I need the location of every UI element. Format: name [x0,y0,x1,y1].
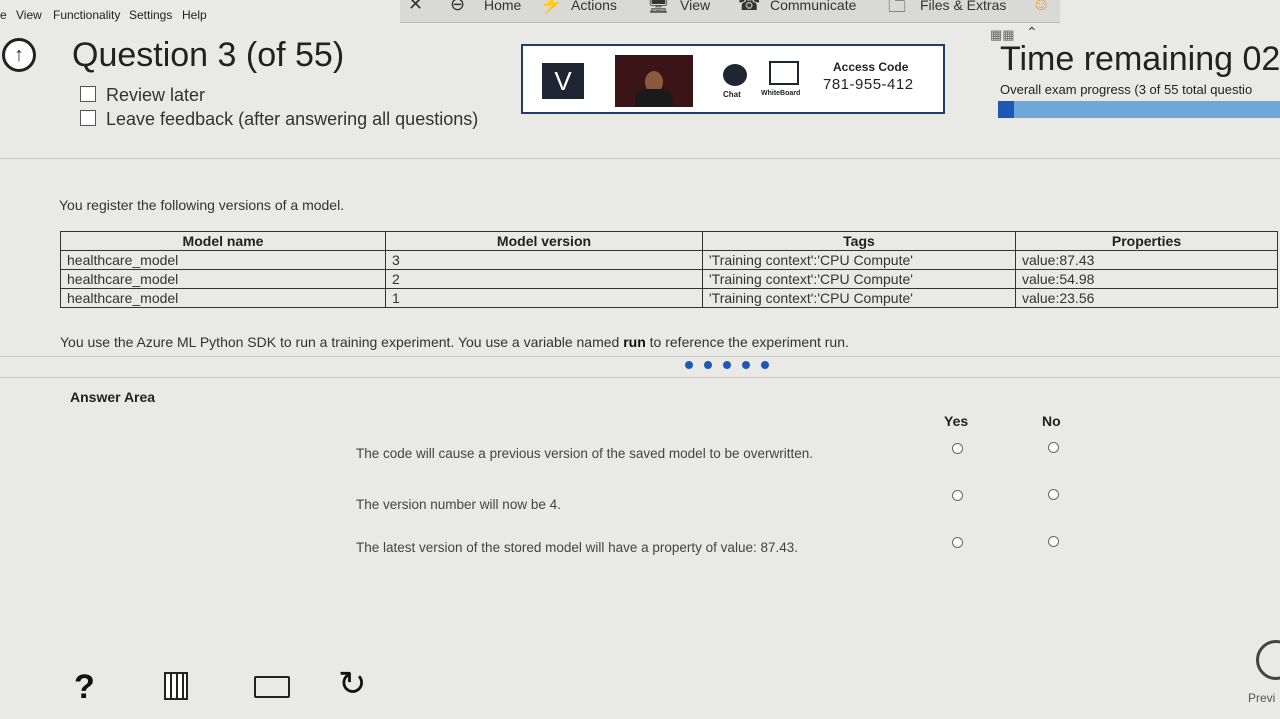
statement-3: The latest version of the stored model w… [356,540,798,555]
proctor-panel: V Chat WhiteBoard Access Code 781-955-41… [521,44,945,114]
statement-2: The version number will now be 4. [356,497,561,512]
menu-item-help[interactable]: Help [182,8,207,22]
divider [0,158,1280,159]
toolbar-home[interactable]: Home [484,0,521,13]
monitor-icon: 🖥 [647,0,670,14]
review-later-label: Review later [106,85,206,105]
toolbar-view[interactable]: View [680,0,710,13]
home-icon[interactable]: ⊖ [450,0,465,15]
checkbox-icon[interactable] [80,110,96,126]
cell-model-version: 2 [385,269,703,289]
leave-feedback-checkbox[interactable]: Leave feedback (after answering all ques… [80,109,478,130]
table-row: healthcare_model 3 'Training context':'C… [60,250,1278,270]
phone-icon: ☎ [738,0,761,14]
whiteboard-icon[interactable] [769,61,799,85]
splitter-dot[interactable] [685,361,693,369]
webcam-body [635,89,673,107]
help-icon[interactable]: ? [74,668,95,707]
menu-bar: e View Functionality Settings Help [0,0,400,24]
answer-area-heading: Answer Area [70,389,156,405]
yes-column-header: Yes [944,413,969,429]
splitter-dot[interactable] [742,361,750,369]
review-later-checkbox[interactable]: Review later [80,85,205,106]
cell-model-version: 1 [385,288,703,308]
toolbar-files[interactable]: Files & Extras [920,0,1006,13]
statement-2-no-radio[interactable] [1048,489,1059,500]
checkbox-icon[interactable] [80,86,96,102]
cell-model-name: healthcare_model [60,269,386,289]
splitter-dot[interactable] [704,361,712,369]
access-code-value: 781-955-412 [823,76,914,93]
cell-model-name: healthcare_model [60,288,386,308]
header-model-name: Model name [60,231,386,251]
session-toolbar: ✕ ⊖ Home ⚡ Actions 🖥 View ☎ Communicate … [400,0,1060,23]
chat-label[interactable]: Chat [723,90,741,99]
question-title: Question 3 (of 55) [72,36,345,74]
lightning-icon: ⚡ [540,0,563,14]
previous-label[interactable]: Previ [1248,691,1275,705]
statement-2-yes-radio[interactable] [952,490,963,501]
exam-progress-fill [998,101,1014,118]
table-header-row: Model name Model version Tags Properties [60,231,1278,251]
no-column-header: No [1042,413,1061,429]
note-text-before: You use the Azure ML Python SDK to run a… [60,334,624,350]
menu-item-view[interactable]: View [16,8,42,22]
emoji-icon[interactable]: ☺ [1032,0,1050,15]
toolbar-actions[interactable]: Actions [571,0,617,13]
refresh-icon[interactable]: ↻ [338,664,367,704]
time-remaining: Time remaining 02 [1000,40,1280,78]
webcam-preview [615,55,693,107]
statement-1-yes-radio[interactable] [952,443,963,454]
statement-3-no-radio[interactable] [1048,536,1059,547]
note-text-after: to reference the experiment run. [645,334,849,350]
leave-feedback-label: Leave feedback (after answering all ques… [106,109,479,129]
note-variable-name: run [623,334,646,350]
files-icon: 🗀 [888,0,906,16]
menu-item-truncated[interactable]: e [0,8,7,22]
exam-progress-text: Overall exam progress (3 of 55 total que… [1000,82,1253,97]
cell-tags: 'Training context':'CPU Compute' [702,288,1016,308]
chat-icon[interactable] [723,64,747,86]
cell-tags: 'Training context':'CPU Compute' [702,269,1016,289]
question-note: You use the Azure ML Python SDK to run a… [60,334,849,350]
cell-model-version: 3 [385,250,703,270]
whiteboard-label[interactable]: WhiteBoard [761,90,800,97]
back-arrow-icon[interactable]: ↑ [2,38,36,72]
header-tags: Tags [702,231,1016,251]
splitter-dot[interactable] [761,361,769,369]
table-row: healthcare_model 2 'Training context':'C… [60,269,1278,289]
cell-model-name: healthcare_model [60,250,386,270]
chevron-up-icon[interactable]: ⌃ [1026,24,1038,41]
table-row: healthcare_model 1 'Training context':'C… [60,288,1278,308]
question-intro: You register the following versions of a… [59,197,345,213]
statement-1: The code will cause a previous version o… [356,446,813,461]
toolbar-communicate[interactable]: Communicate [770,0,856,13]
proctor-logo: V [542,63,584,99]
statement-3-yes-radio[interactable] [952,537,963,548]
model-versions-table: Model name Model version Tags Properties… [60,231,1278,308]
cell-properties: value:23.56 [1015,288,1278,308]
close-icon[interactable]: ✕ [408,0,423,15]
menu-item-settings[interactable]: Settings [129,8,172,22]
menu-item-functionality[interactable]: Functionality [53,8,120,22]
cell-tags: 'Training context':'CPU Compute' [702,250,1016,270]
divider [0,377,1280,378]
splitter-dot[interactable] [723,361,731,369]
previous-icon[interactable] [1256,640,1280,680]
access-code-label: Access Code [833,60,909,74]
exam-progress-bar [998,101,1280,118]
header-properties: Properties [1015,231,1278,251]
divider [0,356,1280,357]
statement-1-no-radio[interactable] [1048,442,1059,453]
screen-icon[interactable] [254,676,290,698]
cell-properties: value:54.98 [1015,269,1278,289]
cell-properties: value:87.43 [1015,250,1278,270]
header-model-version: Model version [385,231,703,251]
calculator-icon[interactable] [164,672,188,700]
